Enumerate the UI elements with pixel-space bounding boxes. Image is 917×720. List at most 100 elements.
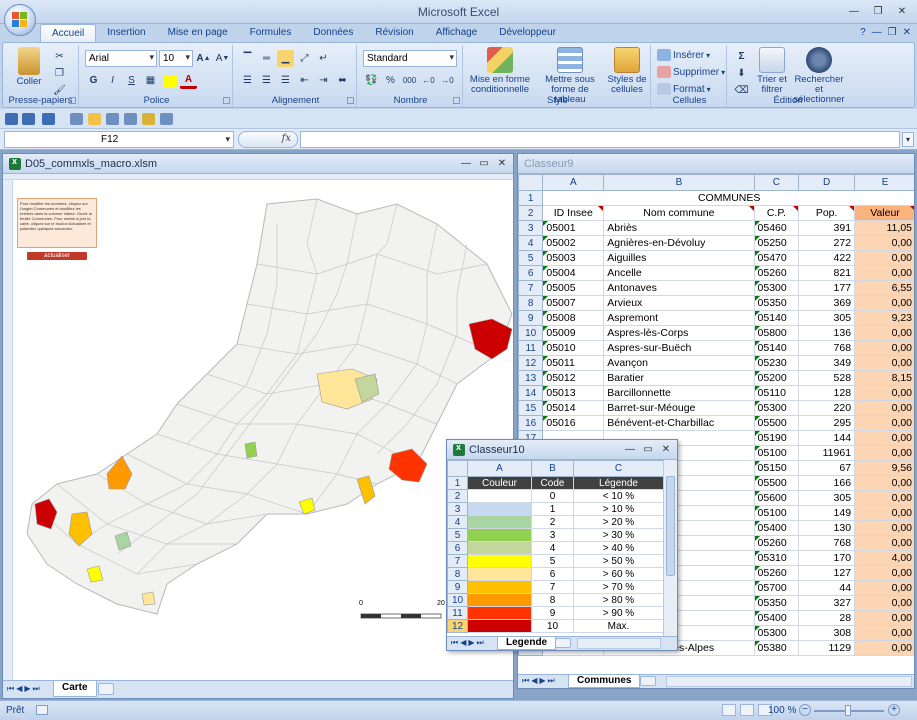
page-layout-view-icon[interactable] (740, 704, 754, 716)
legend-color-swatch[interactable] (467, 502, 532, 516)
cell-id-insee[interactable]: 05008 (542, 310, 605, 326)
row-header[interactable]: 1 (518, 190, 544, 206)
copy-icon[interactable]: ❐ (51, 65, 68, 82)
cell-id-insee[interactable]: 05012 (542, 370, 605, 386)
cell-commune-name[interactable]: Avançon (603, 355, 755, 371)
row-header[interactable]: 6 (518, 265, 544, 281)
sheet-tab-legende[interactable]: Legende (497, 637, 557, 650)
align-right-icon[interactable]: ☰ (277, 72, 294, 89)
font-color-icon[interactable]: A (180, 72, 197, 89)
column-title[interactable]: Pop. (798, 205, 856, 221)
cell-valeur[interactable]: 0,00 (854, 445, 914, 461)
legend-column-title[interactable]: Couleur (467, 476, 532, 490)
legend-label[interactable]: > 10 % (573, 502, 664, 516)
cell-postal-code[interactable]: 05200 (753, 370, 800, 386)
c10-next-sheet-icon[interactable]: ▶ (468, 638, 474, 648)
cell-population[interactable]: 528 (798, 370, 856, 386)
cell-commune-name[interactable]: Bénévent-et-Charbillac (603, 415, 755, 431)
c10-maximize-icon[interactable]: ▭ (641, 442, 655, 456)
cell-postal-code[interactable]: 05400 (753, 610, 800, 626)
cell-commune-name[interactable]: Barret-sur-Méouge (603, 400, 755, 416)
align-bottom-icon[interactable]: ▁ (277, 50, 294, 67)
column-header[interactable]: C (753, 174, 800, 191)
cell-commune-name[interactable]: Antonaves (603, 280, 755, 296)
c9-last-sheet-icon[interactable]: ⏭ (548, 676, 555, 686)
font-size-select[interactable]: 10 (159, 50, 193, 67)
cell-valeur[interactable]: 0,00 (854, 400, 914, 416)
name-box[interactable]: F12 (4, 131, 234, 148)
column-title[interactable]: Nom commune (603, 205, 755, 221)
cell-valeur[interactable]: 0,00 (854, 535, 914, 551)
carte-minimize-icon[interactable]: — (459, 156, 473, 170)
cell-id-insee[interactable]: 05011 (542, 355, 605, 371)
cell-commune-name[interactable]: Barcillonnette (603, 385, 755, 401)
cell-population[interactable]: 272 (798, 235, 856, 251)
table-title[interactable]: COMMUNES (542, 190, 914, 206)
row-header[interactable]: 12 (447, 619, 468, 633)
cell-valeur[interactable]: 0,00 (854, 580, 914, 596)
cell-commune-name[interactable]: Aspremont (603, 310, 755, 326)
zoom-slider-thumb[interactable] (845, 705, 851, 716)
decrease-indent-icon[interactable]: ⇤ (296, 72, 313, 89)
row-header[interactable]: 1 (447, 476, 468, 490)
cell-valeur[interactable]: 0,00 (854, 490, 914, 506)
insert-function-button[interactable]: fx (238, 131, 298, 148)
cell-valeur[interactable]: 0,00 (854, 625, 914, 641)
next-sheet-icon[interactable]: ▶ (24, 684, 30, 694)
c10-horizontal-scrollbar[interactable] (577, 638, 661, 649)
close-icon[interactable]: ✕ (891, 3, 913, 19)
alignment-launcher-icon[interactable] (347, 97, 354, 104)
cell-commune-name[interactable]: Aspres-sur-Buëch (603, 340, 755, 356)
underline-icon[interactable]: S (123, 72, 140, 89)
column-header[interactable]: B (603, 174, 755, 191)
cell-valeur[interactable]: 11,05 (854, 220, 914, 236)
print-icon[interactable] (124, 113, 137, 125)
cell-valeur[interactable]: 0,00 (854, 595, 914, 611)
currency-icon[interactable]: 💱 (363, 72, 380, 89)
cell-valeur[interactable]: 0,00 (854, 475, 914, 491)
autosum-button[interactable]: Σ (733, 48, 750, 65)
cell-postal-code[interactable]: 05600 (753, 490, 800, 506)
cell-valeur[interactable]: 0,00 (854, 610, 914, 626)
cell-postal-code[interactable]: 05300 (753, 625, 800, 641)
cell-valeur[interactable]: 0,00 (854, 355, 914, 371)
sheet-tab-communes[interactable]: Communes (568, 675, 641, 688)
undo-icon[interactable] (22, 113, 35, 125)
tab-accueil[interactable]: Accueil (40, 24, 97, 43)
tab-revision[interactable]: Révision (364, 24, 424, 43)
doc-restore-icon[interactable]: ❐ (888, 27, 897, 38)
row-header[interactable]: 6 (447, 541, 468, 555)
cell-commune-name[interactable]: Aiguilles (603, 250, 755, 266)
legend-code[interactable]: 0 (531, 489, 574, 503)
cell-valeur[interactable]: 0,00 (854, 250, 914, 266)
cell-population[interactable]: 1129 (798, 640, 856, 656)
chart-icon[interactable] (160, 113, 173, 125)
legend-code[interactable]: 9 (531, 606, 574, 620)
cell-population[interactable]: 295 (798, 415, 856, 431)
legend-code[interactable]: 3 (531, 528, 574, 542)
align-center-icon[interactable]: ☰ (258, 72, 275, 89)
cell-population[interactable]: 44 (798, 580, 856, 596)
cell-valeur[interactable]: 8,15 (854, 370, 914, 386)
cell-postal-code[interactable]: 05300 (753, 280, 800, 296)
legend-color-swatch[interactable] (467, 489, 532, 503)
carte-maximize-icon[interactable]: ▭ (477, 156, 491, 170)
c10-prev-sheet-icon[interactable]: ◀ (460, 638, 466, 648)
percent-button[interactable]: % (382, 72, 399, 89)
cell-valeur[interactable]: 0,00 (854, 505, 914, 521)
cell-population[interactable]: 128 (798, 385, 856, 401)
cell-id-insee[interactable]: 05013 (542, 385, 605, 401)
row-header[interactable]: 16 (518, 415, 544, 431)
formula-input[interactable] (300, 131, 900, 148)
legend-color-swatch[interactable] (467, 580, 532, 594)
c9-horizontal-scrollbar[interactable] (666, 676, 912, 687)
align-middle-icon[interactable]: ═ (258, 50, 275, 67)
zoom-out-icon[interactable]: − (799, 704, 811, 716)
cell-postal-code[interactable]: 05500 (753, 475, 800, 491)
cell-postal-code[interactable]: 05250 (753, 235, 800, 251)
row-header[interactable]: 3 (518, 220, 544, 236)
tab-mise-en-page[interactable]: Mise en page (157, 24, 239, 43)
carte-close-icon[interactable]: ✕ (495, 156, 509, 170)
print-preview-icon[interactable] (70, 113, 83, 125)
cell-valeur[interactable]: 0,00 (854, 415, 914, 431)
